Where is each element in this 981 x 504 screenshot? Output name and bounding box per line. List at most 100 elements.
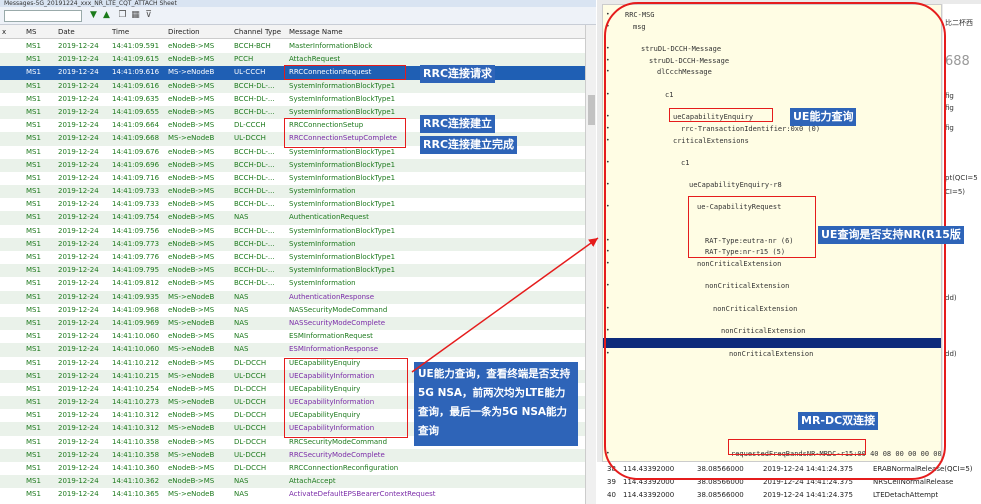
col-date[interactable]: Date	[58, 28, 75, 36]
scrollbar[interactable]	[585, 25, 596, 504]
tree-node[interactable]: nonCriticalExtension	[697, 260, 781, 268]
tree-expand-icon[interactable]: •	[606, 68, 610, 75]
tree-node[interactable]: rrc-TransactionIdentifier:0x0 (0)	[681, 125, 820, 133]
col-x[interactable]: x	[2, 28, 6, 36]
highlight-ue-capability	[284, 358, 408, 438]
tree-node[interactable]: dlCcchMessage	[657, 68, 712, 76]
filter-icon[interactable]: ⊽	[143, 10, 154, 21]
table-row[interactable]: MS1 2019-12-24 14:41:09.591 eNodeB->MS BCCH-…	[0, 40, 585, 53]
cell-date: 2019-12-24	[58, 81, 99, 90]
event-row[interactable]: 39 114.43392000 38.08566000 2019-12-24 14:4…	[597, 476, 981, 489]
cell-ch: DL-CCCH	[234, 121, 266, 130]
tree-expand-icon[interactable]: •	[606, 327, 610, 334]
cell-msg: RRCSecurityModeCommand	[289, 437, 388, 446]
table-row[interactable]: MS1 2019-12-24 14:41:09.733 eNodeB->MS BCCH-…	[0, 185, 585, 199]
tree-expand-icon[interactable]: •	[606, 181, 610, 188]
cell-dir: eNodeB->MS	[168, 279, 215, 288]
tree-node[interactable]: nonCriticalExtension	[713, 305, 797, 313]
highlight-rrc-setup	[284, 118, 406, 148]
tree-node[interactable]: nonCriticalExtension	[721, 327, 805, 335]
cell-ch: BCCH-DL-...	[234, 266, 275, 275]
table-row[interactable]: MS1 2019-12-24 14:41:10.362 eNodeB->MS NAS At…	[0, 475, 585, 489]
arrow-down-icon[interactable]: ▼	[88, 10, 99, 21]
table-row[interactable]: MS1 2019-12-24 14:41:09.754 eNodeB->MS NAS Au…	[0, 211, 585, 225]
cell-msg: SystemInformationBlockType1	[289, 253, 396, 261]
cell-ms: MS1	[26, 358, 41, 367]
scroll-thumb[interactable]	[588, 95, 595, 125]
arrow-up-icon[interactable]: ▲	[101, 10, 112, 21]
tree-expand-icon[interactable]: •	[606, 237, 610, 244]
tree-node[interactable]: nonCriticalExtension	[729, 350, 813, 358]
event-cell-d: ERABNormalRelease(QCI=5)	[873, 465, 973, 473]
tree-expand-icon[interactable]: •	[606, 159, 610, 166]
cell-time: 14:41:10.060	[112, 332, 160, 341]
col-direction[interactable]: Direction	[168, 28, 200, 36]
table-row[interactable]: MS1 2019-12-24 14:41:10.060 eNodeB->MS NAS ES…	[0, 330, 585, 343]
table-row[interactable]: MS1 2019-12-24 14:41:09.635 eNodeB->MS BCCH-…	[0, 93, 585, 106]
tree-expand-icon[interactable]: •	[606, 11, 610, 18]
table-row[interactable]: MS1 2019-12-24 14:41:09.969 MS->eNodeB NAS NA…	[0, 316, 585, 331]
tree-node[interactable]: msg	[633, 23, 646, 31]
table-row[interactable]: MS1 2019-12-24 14:41:09.733 eNodeB->MS BCCH-…	[0, 198, 585, 211]
tree-expand-icon[interactable]: •	[606, 260, 610, 267]
col-message-name[interactable]: Message Name	[289, 28, 343, 36]
table-row[interactable]: MS1 2019-12-24 14:41:10.358 MS->eNodeB UL-DC…	[0, 448, 585, 462]
col-time[interactable]: Time	[112, 28, 129, 36]
tree-node[interactable]: struDL-DCCH-Message	[641, 45, 721, 53]
cell-ch: UL-DCCH	[234, 371, 266, 380]
tree-node[interactable]: struDL-DCCH-Message	[649, 57, 729, 65]
tree-expand-icon[interactable]: •	[606, 91, 610, 98]
cell-time: 14:41:10.312	[112, 424, 160, 433]
col-channel-type[interactable]: Channel Type	[234, 28, 281, 36]
table-row[interactable]: MS1 2019-12-24 14:41:09.716 eNodeB->MS BCCH-…	[0, 172, 585, 185]
tree-expand-icon[interactable]: •	[606, 57, 610, 64]
cell-dir: eNodeB->MS	[168, 266, 215, 275]
tree-expand-icon[interactable]: •	[606, 305, 610, 312]
highlight-rrc-request	[284, 65, 406, 80]
tree-expand-icon[interactable]: •	[606, 23, 610, 30]
cell-dir: MS->eNodeB	[168, 68, 215, 77]
cell-time: 14:41:09.635	[112, 94, 160, 103]
table-row[interactable]: MS1 2019-12-24 14:41:09.616 eNodeB->MS BCCH-…	[0, 79, 585, 93]
table-row[interactable]: MS1 2019-12-24 14:41:10.365 MS->eNodeB NAS Ac…	[0, 488, 585, 501]
col-ms[interactable]: MS	[26, 28, 36, 36]
cell-msg: AuthenticationRequest	[289, 213, 369, 222]
cell-ms: MS1	[26, 147, 41, 156]
table-row[interactable]: MS1 2019-12-24 14:41:09.935 MS->eNodeB NAS Au…	[0, 290, 585, 304]
tree-expand-icon[interactable]: •	[606, 350, 610, 357]
tree-expand-icon[interactable]: •	[606, 248, 610, 255]
tree-expand-icon[interactable]: •	[606, 450, 610, 457]
tree-expand-icon[interactable]: •	[606, 137, 610, 144]
tree-node[interactable]: ueCapabilityEnquiry-r8	[689, 181, 782, 189]
event-row[interactable]: 40 114.43392000 38.08566000 2019-12-24 14:4…	[597, 489, 981, 502]
tree-expand-icon[interactable]: •	[606, 282, 610, 289]
tree-node[interactable]: nonCriticalExtension	[705, 282, 789, 290]
table-row[interactable]: MS1 2019-12-24 14:41:09.795 eNodeB->MS BCCH-…	[0, 264, 585, 278]
tree-expand-icon[interactable]: •	[606, 45, 610, 52]
tree-expand-icon[interactable]: •	[606, 125, 610, 132]
event-row[interactable]: 38 114.43392000 38.08566000 2019-12-24 14:4…	[597, 463, 981, 476]
cell-date: 2019-12-24	[58, 94, 99, 103]
table-row[interactable]: MS1 2019-12-24 14:41:09.756 eNodeB->MS BCCH-…	[0, 225, 585, 238]
tree-expand-icon[interactable]: •	[606, 203, 610, 210]
table-row[interactable]: MS1 2019-12-24 14:41:09.812 eNodeB->MS BCCH-…	[0, 277, 585, 290]
tree-expand-icon[interactable]: •	[606, 113, 610, 120]
cell-ch: BCCH-BCH	[234, 42, 271, 50]
table-row[interactable]: MS1 2019-12-24 14:41:10.060 MS->eNodeB NAS ES…	[0, 343, 585, 357]
table-row[interactable]: MS1 2019-12-24 14:41:09.773 eNodeB->MS BCCH-…	[0, 237, 585, 251]
tree-node[interactable]: c1	[681, 159, 689, 167]
cell-ch: DL-DCCH	[234, 411, 267, 420]
copy-icon[interactable]: ❐	[117, 10, 128, 21]
table-row[interactable]: MS1 2019-12-24 14:41:09.968 eNodeB->MS NAS NA…	[0, 304, 585, 317]
filter-combo[interactable]	[4, 10, 82, 22]
table-row[interactable]: MS1 2019-12-24 14:41:10.360 eNodeB->MS DL-DC…	[0, 462, 585, 475]
table-row[interactable]: MS1 2019-12-24 14:41:09.696 eNodeB->MS BCCH-…	[0, 158, 585, 172]
cell-date: 2019-12-24	[58, 490, 99, 499]
cell-date: 2019-12-24	[58, 239, 99, 248]
tree-node[interactable]: criticalExtensions	[673, 137, 749, 145]
table-row[interactable]: MS1 2019-12-24 14:41:09.776 eNodeB->MS BCCH-…	[0, 251, 585, 264]
tree-node[interactable]: RRC-MSG	[625, 11, 655, 19]
tree-node[interactable]: c1	[665, 91, 673, 99]
side-text: dd)	[945, 294, 957, 302]
grid-icon[interactable]: ▦	[130, 10, 141, 21]
